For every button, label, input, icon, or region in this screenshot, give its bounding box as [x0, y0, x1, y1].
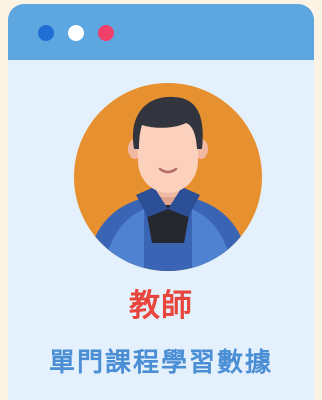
window-close-dot[interactable] [38, 25, 54, 41]
course-data-subtitle: 單門課程學習數據 [48, 348, 273, 378]
teacher-avatar-icon [74, 83, 262, 271]
window-maximize-dot[interactable] [98, 25, 114, 41]
window-minimize-dot[interactable] [68, 25, 84, 41]
window-titlebar [8, 4, 314, 60]
role-title: 教師 [129, 288, 193, 324]
